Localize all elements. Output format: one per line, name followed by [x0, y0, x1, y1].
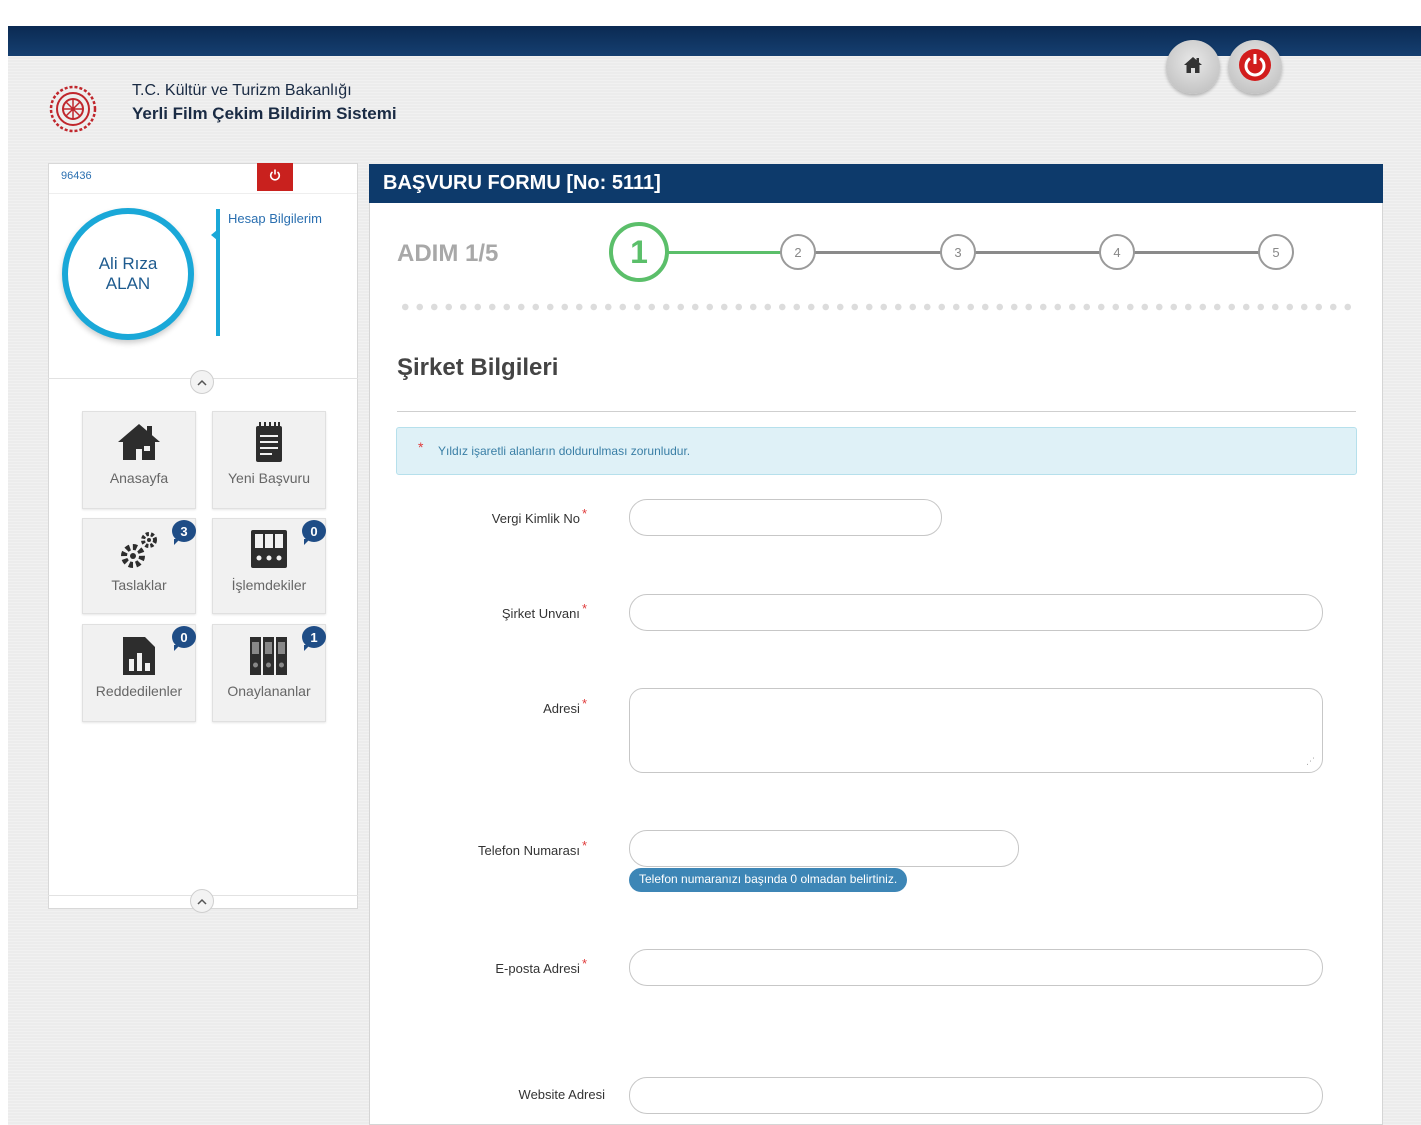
company-title-input[interactable] — [629, 594, 1323, 631]
phone-hint: Telefon numaranızı başında 0 olmadan bel… — [629, 868, 908, 892]
chevron-up-icon — [197, 892, 207, 910]
tile-label: Reddedilenler — [95, 683, 183, 699]
archive-icon — [247, 633, 291, 677]
house-icon — [116, 420, 162, 464]
tile-new-application[interactable]: Yeni Başvuru — [212, 411, 326, 509]
collapse-profile-button[interactable] — [190, 370, 214, 394]
avatar[interactable]: Ali Rıza ALAN — [62, 208, 194, 340]
phone-label: Telefon Numarası * — [478, 838, 587, 858]
step-2-circle: 2 — [780, 234, 816, 270]
website-input[interactable] — [629, 1077, 1323, 1114]
email-label: E-posta Adresi * — [495, 956, 587, 976]
address-input[interactable] — [629, 688, 1323, 773]
account-rail — [216, 209, 220, 336]
in-progress-count-badge: 0 — [302, 520, 326, 545]
company-title-label: Şirket Unvanı * — [501, 601, 587, 621]
power-icon — [269, 168, 281, 186]
tile-label: Taslaklar — [111, 577, 167, 593]
home-button[interactable] — [1166, 40, 1220, 94]
sidebar-logout-button[interactable] — [257, 163, 293, 191]
step-3-circle: 3 — [940, 234, 976, 270]
system-name: Yerli Film Çekim Bildirim Sistemi — [132, 104, 397, 123]
phone-input[interactable] — [629, 830, 1019, 867]
chevron-up-icon — [197, 373, 207, 391]
tile-label: Anasayfa — [109, 470, 169, 486]
bar-chart-icon — [119, 633, 159, 677]
collapse-menu-button[interactable] — [190, 889, 214, 913]
form-title: BAŞVURU FORMU [No: 5111] — [369, 164, 1383, 203]
user-id: 96436 — [61, 170, 92, 182]
tax-no-input[interactable] — [629, 499, 942, 536]
power-icon — [1238, 48, 1272, 87]
step-1-circle: 1 — [609, 222, 669, 282]
required-asterisk: * — [418, 439, 424, 455]
step-connector — [1132, 251, 1260, 254]
required-fields-notice: * Yıldız işaretli alanların doldurulması… — [396, 427, 1357, 475]
step-5-circle: 5 — [1258, 234, 1294, 270]
notepad-icon — [249, 420, 289, 464]
approved-count-badge: 1 — [302, 626, 326, 651]
textarea-resize-handle[interactable]: ⋰ — [1306, 756, 1315, 767]
tile-label: Yeni Başvuru — [228, 470, 310, 486]
step-4-circle: 4 — [1099, 234, 1135, 270]
rejected-count-badge: 0 — [172, 626, 196, 651]
step-indicator-label: ADIM 1/5 — [397, 240, 499, 267]
tile-label: Onaylananlar — [227, 683, 311, 699]
tile-label: İşlemdekiler — [231, 577, 307, 593]
user-last-name: ALAN — [105, 274, 151, 293]
drafts-count-badge: 3 — [172, 520, 196, 545]
user-first-name: Ali Rıza — [98, 254, 158, 273]
account-info-link[interactable]: Hesap Bilgilerim — [228, 211, 322, 226]
website-label: Website Adresi — [518, 1087, 605, 1102]
ministry-logo — [48, 80, 98, 138]
home-icon — [1183, 56, 1203, 79]
logout-button[interactable] — [1228, 40, 1282, 94]
org-name: T.C. Kültür ve Turizm Bakanlığı — [132, 82, 352, 99]
divider — [49, 193, 357, 194]
email-input[interactable] — [629, 949, 1323, 986]
step-connector — [814, 251, 942, 254]
account-rail-pointer — [211, 230, 217, 240]
section-title: Şirket Bilgileri — [397, 354, 559, 381]
binders-icon — [249, 527, 289, 571]
divider — [397, 411, 1356, 412]
notice-text: Yıldız işaretli alanların doldurulması z… — [438, 444, 691, 458]
tax-no-label: Vergi Kimlik No * — [491, 506, 587, 526]
address-label: Adresi * — [543, 696, 587, 716]
gears-icon — [116, 527, 162, 571]
dotted-divider — [398, 303, 1356, 311]
step-connector — [974, 251, 1102, 254]
step-connector-done — [668, 251, 784, 254]
tile-home[interactable]: Anasayfa — [82, 411, 196, 509]
